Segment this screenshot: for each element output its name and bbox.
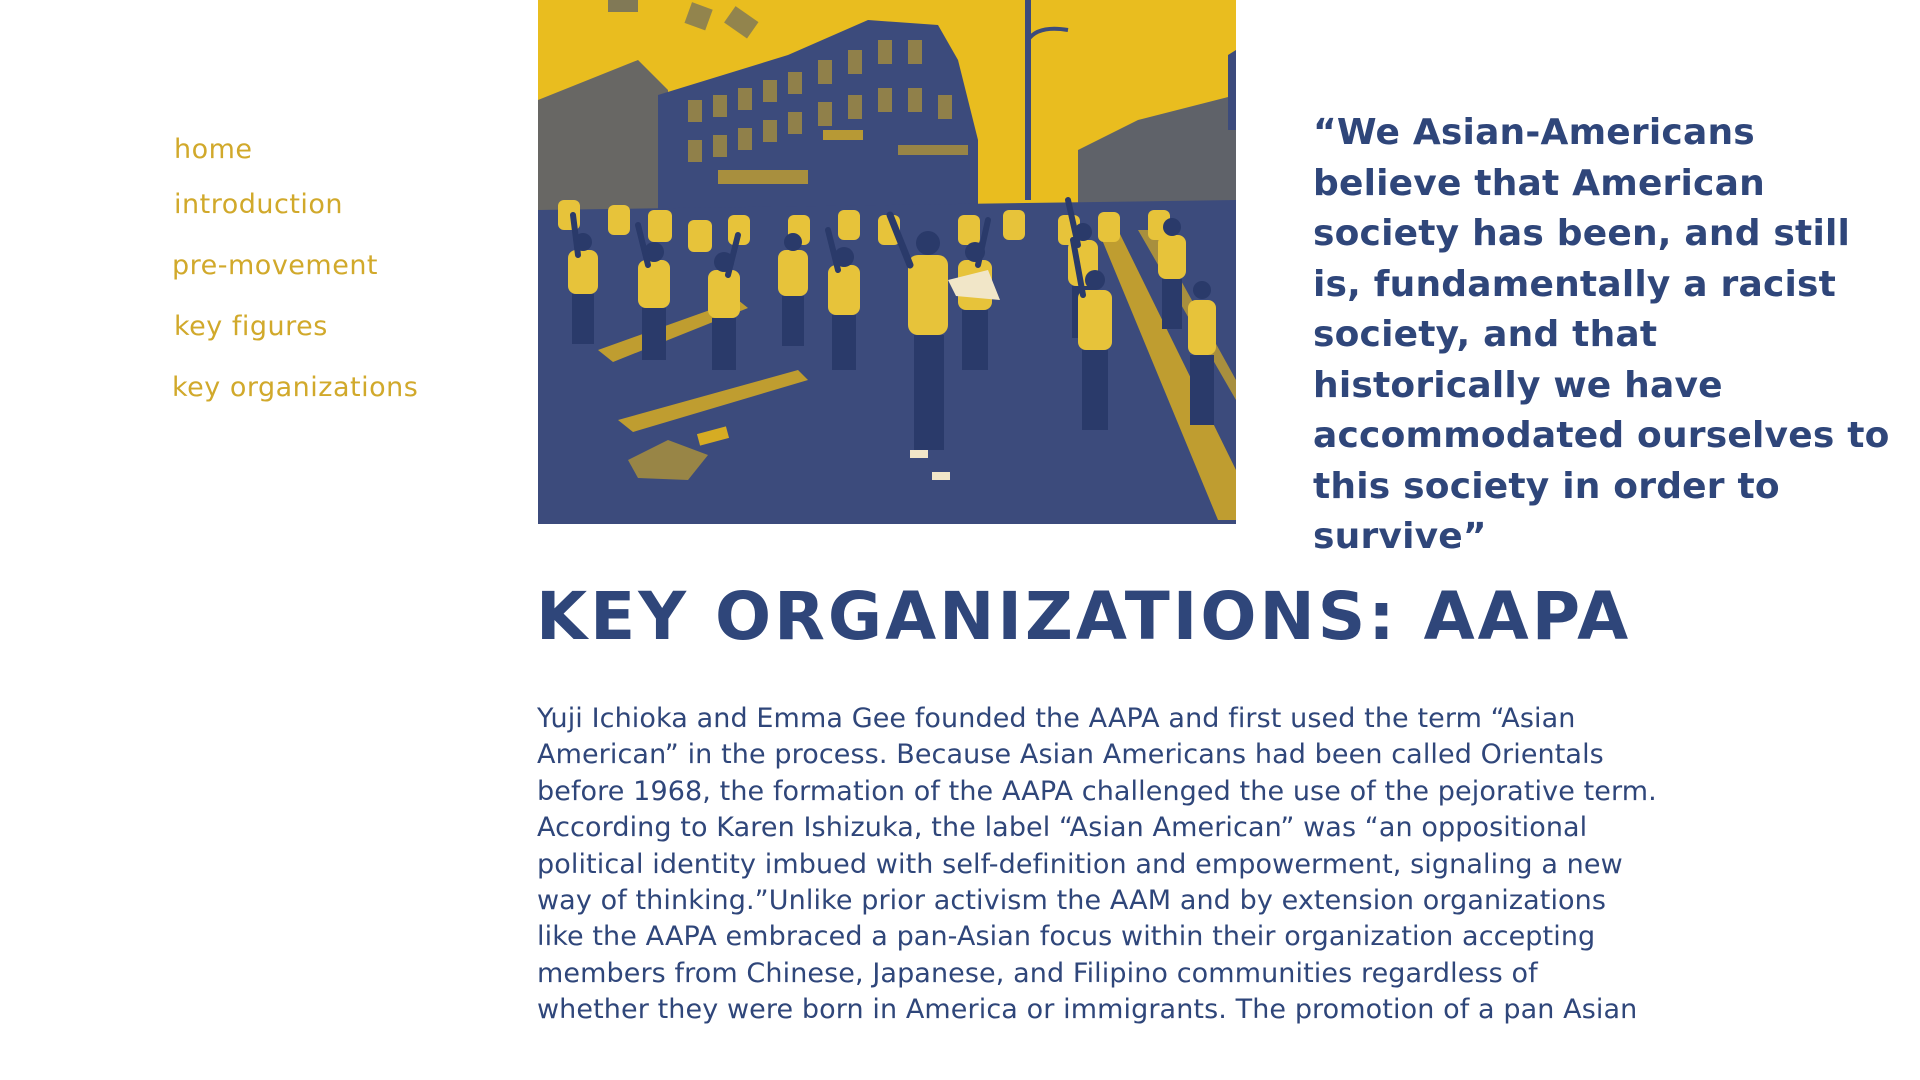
- nav-link-key-organizations[interactable]: key organizations: [172, 372, 418, 403]
- nav-link-introduction[interactable]: introduction: [174, 189, 343, 220]
- nav-link-key-figures[interactable]: key figures: [174, 311, 328, 342]
- nav-link-home[interactable]: home: [174, 134, 253, 165]
- page-title: KEY ORGANIZATIONS: AAPA: [536, 578, 1632, 655]
- featured-quote: “We Asian-Americans believe that America…: [1313, 112, 1890, 557]
- protest-march-photo: [538, 0, 1236, 524]
- nav-link-pre-movement[interactable]: pre-movement: [172, 250, 378, 281]
- body-paragraph: Yuji Ichioka and Emma Gee founded the AA…: [537, 703, 1657, 1026]
